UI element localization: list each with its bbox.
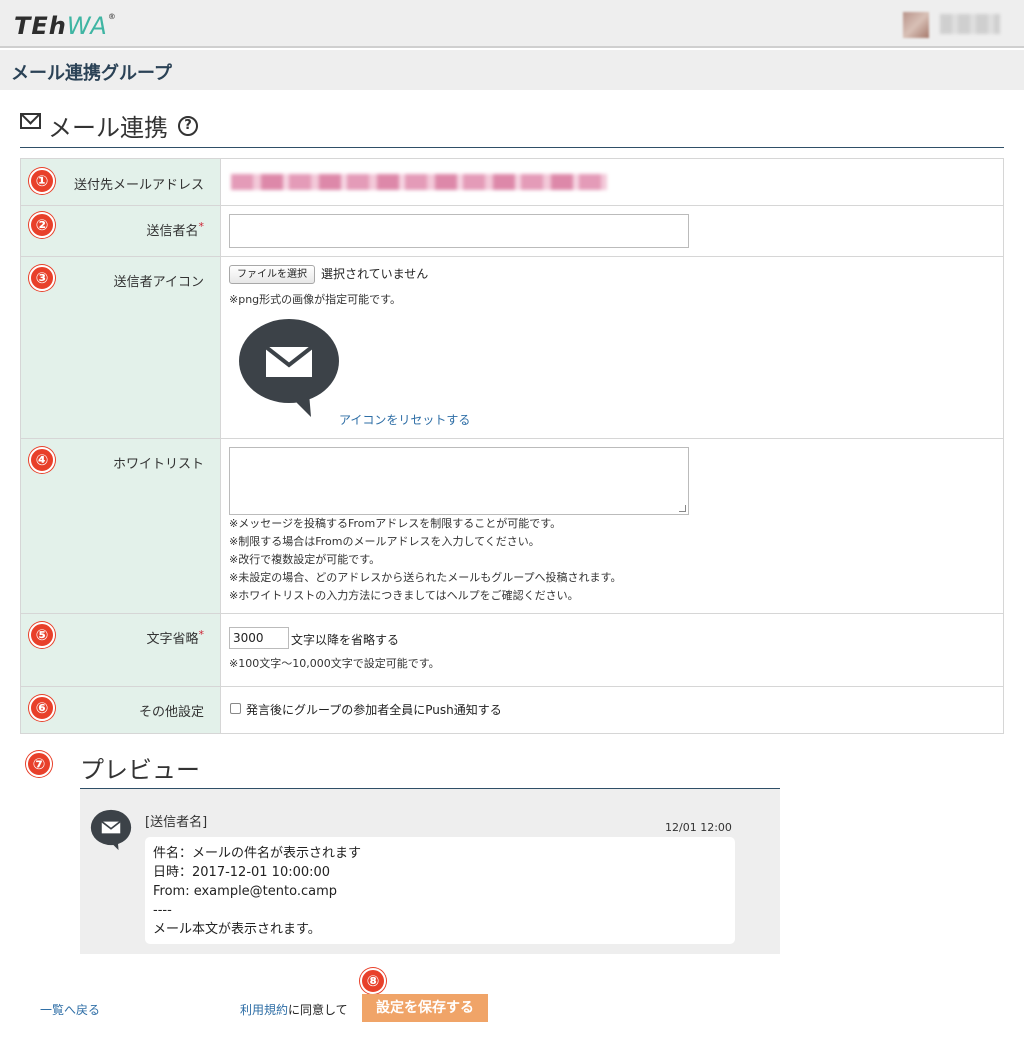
step-badge-6: ⑥ — [29, 695, 55, 721]
user-avatar[interactable] — [903, 12, 929, 38]
step-badge-8: ⑧ — [360, 968, 386, 994]
step-badge-1: ① — [29, 168, 55, 194]
required-mark: * — [198, 628, 205, 641]
reset-icon-link[interactable]: アイコンをリセットする — [339, 411, 470, 428]
row-label-cell: ② 送信者名* — [21, 206, 221, 256]
file-status-text: 選択されていません — [321, 267, 429, 281]
mail-bubble-icon — [239, 319, 339, 417]
step-badge-2: ② — [29, 212, 55, 238]
row-label-cell: ⑥ その他設定 — [21, 687, 221, 733]
preview-sender-name: [送信者名] — [145, 815, 208, 830]
whitelist-note-line: ※未設定の場合、どのアドレスから送られたメールもグループへ投稿されます。 — [229, 571, 622, 584]
back-to-list-link[interactable]: 一覧へ戻る — [40, 1001, 100, 1018]
whitelist-textarea[interactable] — [229, 447, 689, 515]
preview-panel: [送信者名] 12/01 12:00 件名：メールの件名が表示されます 日時：2… — [80, 788, 780, 954]
top-bar: TEhWA® — [0, 0, 1024, 48]
preview-message-line: ---- — [153, 903, 172, 918]
preview-message-line: 日時：2017-12-01 10:00:00 — [153, 865, 331, 880]
step-badge-5: ⑤ — [29, 622, 55, 648]
sender-name-input[interactable] — [229, 214, 689, 248]
app-logo[interactable]: TEhWA® — [14, 12, 117, 40]
choose-file-button[interactable]: ファイルを選択 — [229, 265, 315, 284]
logo-text-wa: WA — [66, 12, 108, 40]
preview-title: プレビュー — [80, 756, 200, 784]
label-destination-email: 送付先メールアドレス — [73, 178, 204, 193]
push-notify-label[interactable]: 発言後にグループの参加者全員にPush通知する — [246, 701, 502, 718]
truncate-length-input[interactable]: 3000 — [229, 627, 289, 649]
label-sender-name: 送信者名* — [146, 220, 204, 239]
icon-format-note: ※png形式の画像が指定可能です。 — [229, 293, 402, 306]
row-label-cell: ⑤ 文字省略* — [21, 614, 221, 686]
whitelist-notes: ※メッセージを投稿するFromアドレスを制限することが可能です。 ※制限する場合… — [229, 515, 621, 605]
required-mark: * — [198, 220, 205, 233]
label-other-settings: その他設定 — [138, 705, 204, 720]
settings-form: ① 送付先メールアドレス ② 送信者名* ③ 送信者アイコン ファイルを選択 選… — [20, 158, 1004, 734]
form-row-whitelist: ④ ホワイトリスト ※メッセージを投稿するFromアドレスを制限することが可能で… — [21, 439, 1003, 614]
save-settings-button[interactable]: 設定を保存する — [362, 994, 488, 1022]
preview-message-line: From: example@tento.camp — [153, 884, 337, 899]
section-heading: メール連携 ? — [20, 108, 1004, 148]
section-title: メール連携 — [48, 114, 168, 142]
label-text: 送信者名 — [146, 224, 199, 239]
row-label-cell: ① 送付先メールアドレス — [21, 159, 221, 205]
form-row-destination-email: ① 送付先メールアドレス — [21, 159, 1003, 206]
form-row-sender-icon: ③ 送信者アイコン ファイルを選択 選択されていません ※png形式の画像が指定… — [21, 257, 1003, 439]
terms-suffix: に同意して — [288, 1003, 348, 1017]
form-row-truncate: ⑤ 文字省略* 3000 文字以降を省略する ※100文字〜10,000文字で設… — [21, 614, 1003, 687]
page-header: メール連携グループ — [0, 50, 1024, 90]
terms-link[interactable]: 利用規約 — [240, 1003, 288, 1017]
preview-timestamp: 12/01 12:00 — [665, 821, 732, 834]
whitelist-note-line: ※制限する場合はFromのメールアドレスを入力してください。 — [229, 535, 540, 548]
step-badge-3: ③ — [29, 265, 55, 291]
row-label-cell: ③ 送信者アイコン — [21, 257, 221, 438]
preview-message-line: メール本文が表示されます。 — [153, 922, 321, 937]
preview-message-bubble: 件名：メールの件名が表示されます 日時：2017-12-01 10:00:00 … — [145, 837, 735, 944]
label-whitelist: ホワイトリスト — [112, 457, 204, 472]
label-truncate: 文字省略* — [146, 628, 204, 647]
destination-email-redacted — [231, 174, 607, 190]
help-icon[interactable]: ? — [178, 116, 198, 136]
push-notify-checkbox[interactable] — [230, 703, 241, 714]
truncate-range-note: ※100文字〜10,000文字で設定可能です。 — [229, 657, 440, 670]
user-name-redacted[interactable] — [940, 14, 1000, 34]
label-sender-icon: 送信者アイコン — [113, 275, 204, 290]
step-badge-4: ④ — [29, 447, 55, 473]
mail-icon — [20, 113, 41, 129]
page-title: メール連携グループ — [11, 63, 172, 84]
logo-text-h: h — [48, 12, 67, 40]
whitelist-note-line: ※改行で複数設定が可能です。 — [229, 553, 381, 566]
sender-avatar-icon — [90, 809, 132, 851]
form-row-sender-name: ② 送信者名* — [21, 206, 1003, 257]
label-text: 文字省略 — [146, 632, 199, 647]
form-row-other-settings: ⑥ その他設定 発言後にグループの参加者全員にPush通知する — [21, 687, 1003, 733]
row-label-cell: ④ ホワイトリスト — [21, 439, 221, 613]
preview-message-line: 件名：メールの件名が表示されます — [153, 846, 362, 861]
terms-agreement: 利用規約に同意して — [240, 1001, 348, 1018]
whitelist-note-line: ※ホワイトリストの入力方法につきましてはヘルプをご確認ください。 — [229, 589, 579, 602]
logo-registered-mark: ® — [107, 12, 117, 21]
logo-text-te: TE — [14, 12, 49, 40]
step-badge-7: ⑦ — [26, 751, 52, 777]
truncate-suffix-text: 文字以降を省略する — [291, 633, 400, 647]
whitelist-note-line: ※メッセージを投稿するFromアドレスを制限することが可能です。 — [229, 517, 562, 530]
